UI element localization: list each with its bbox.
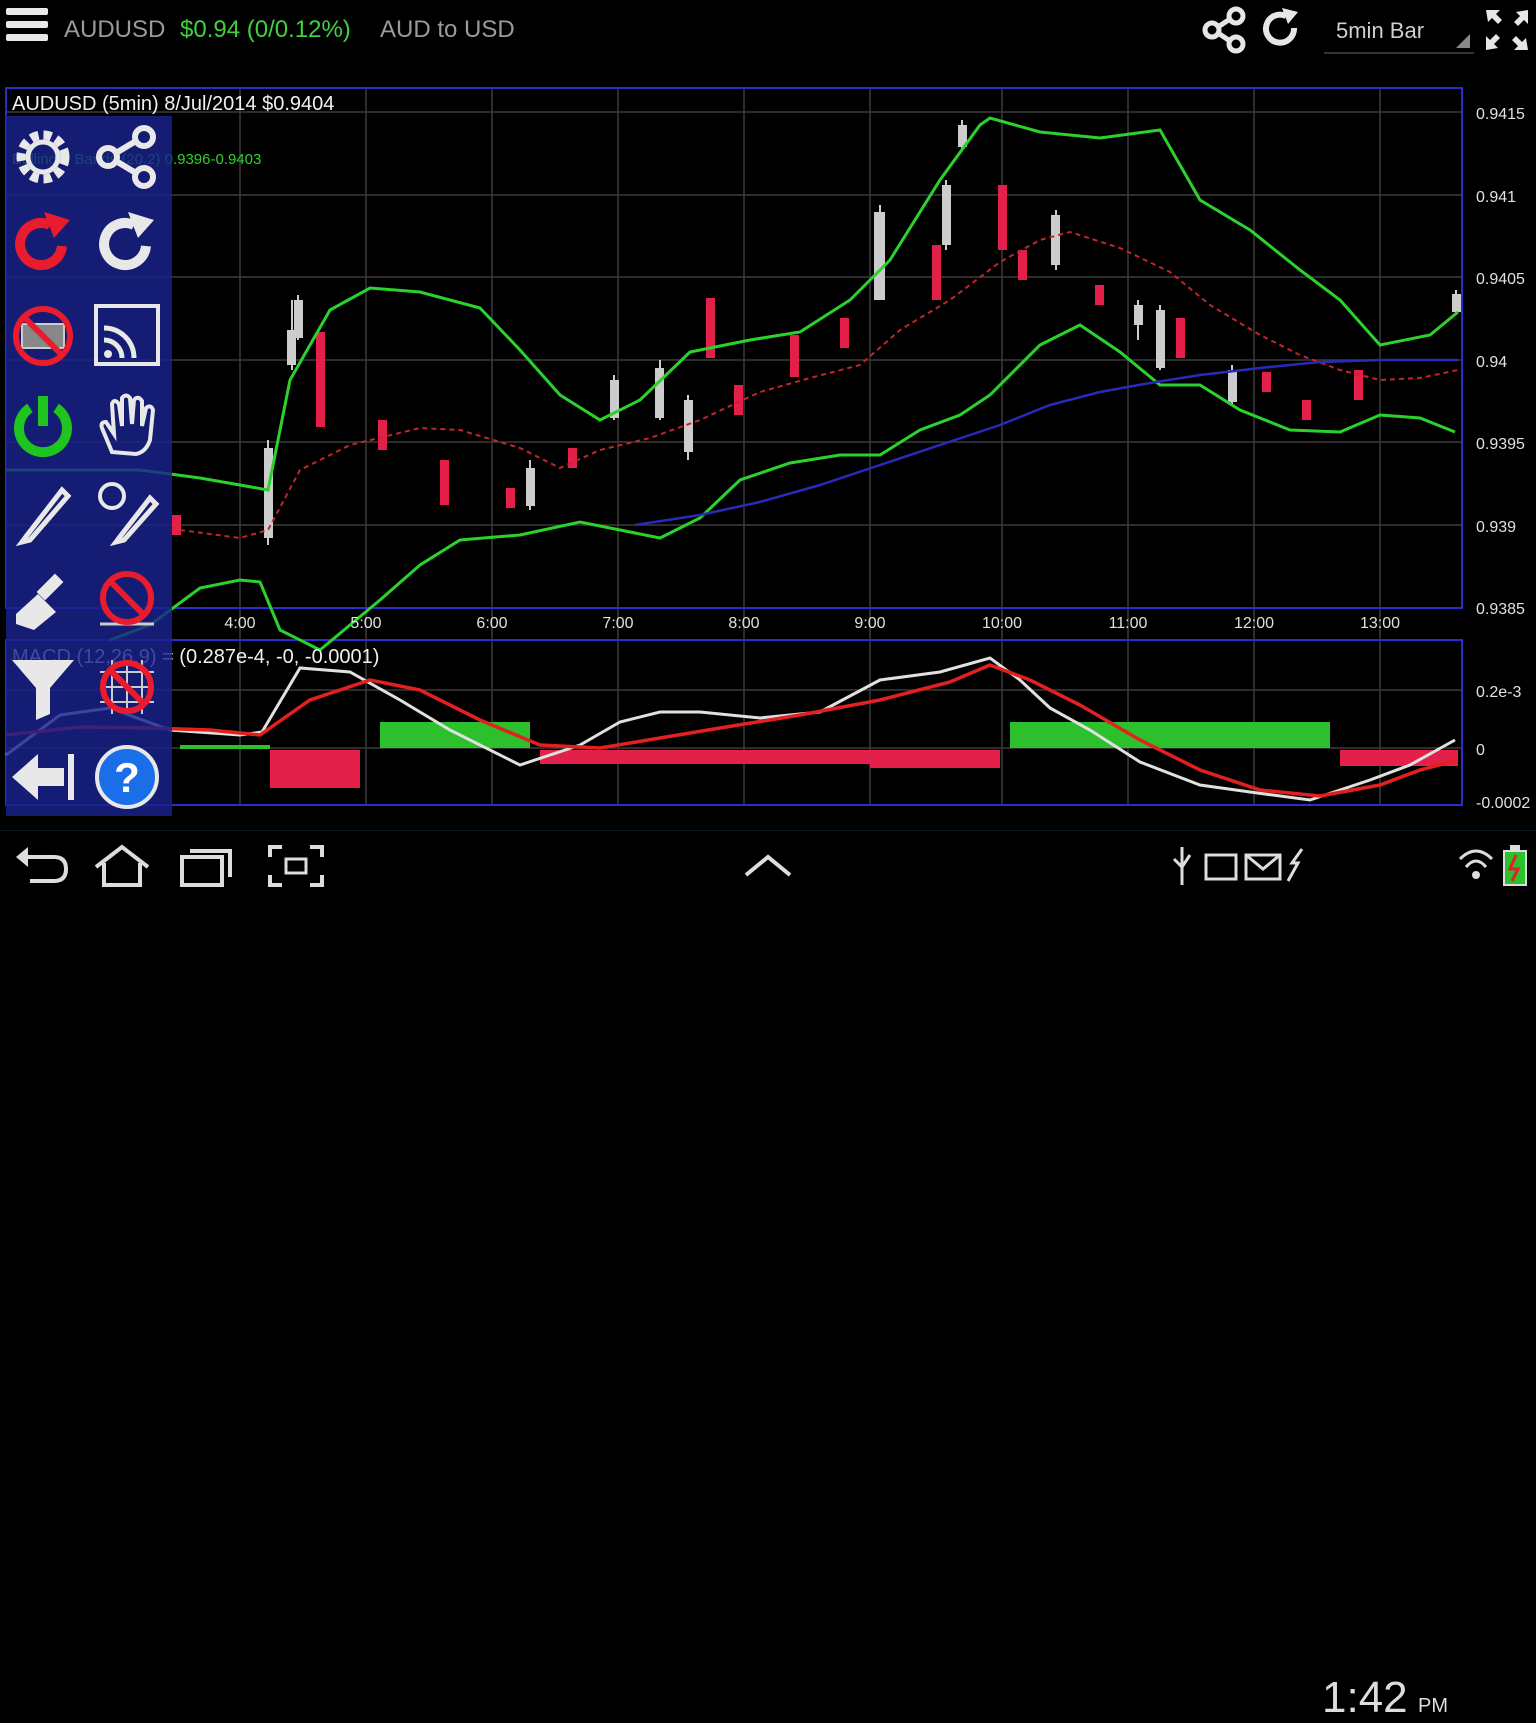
filter-icon[interactable] bbox=[8, 652, 78, 722]
power-icon[interactable] bbox=[8, 390, 78, 460]
share-icon[interactable] bbox=[92, 122, 162, 192]
macd-tick: -0.0002 bbox=[1476, 795, 1530, 812]
bar-period-select[interactable]: 5min Bar bbox=[1324, 8, 1474, 54]
back-arrow-icon[interactable] bbox=[8, 742, 78, 812]
bar-period-value: 5min Bar bbox=[1336, 18, 1425, 43]
time-tick: 11:00 bbox=[1109, 615, 1148, 632]
time-tick: 4:00 bbox=[224, 615, 255, 632]
clear-drawing-icon[interactable] bbox=[8, 564, 78, 634]
symbol-label: AUDUSD bbox=[64, 16, 166, 43]
time-tick: 10:00 bbox=[982, 615, 1022, 632]
price-tick: 0.9415 bbox=[1476, 106, 1525, 123]
battery-icon bbox=[1503, 845, 1527, 886]
price-chart[interactable]: AUDUSD (5min) 8/Jul/2014 $0.9404 Bolling… bbox=[0, 60, 1536, 830]
time-tick: 13:00 bbox=[1360, 615, 1400, 632]
time-tick: 12:00 bbox=[1234, 615, 1274, 632]
macd-tick: 0.2e-3 bbox=[1476, 684, 1521, 701]
chart-title: AUDUSD (5min) 8/Jul/2014 $0.9404 bbox=[12, 93, 334, 115]
home-icon[interactable] bbox=[92, 841, 152, 891]
recent-apps-icon[interactable] bbox=[176, 841, 236, 891]
price-tick: 0.939 bbox=[1476, 519, 1516, 536]
settings-icon[interactable] bbox=[8, 122, 78, 192]
time-tick: 8:00 bbox=[728, 615, 759, 632]
no-grid-icon[interactable] bbox=[92, 652, 162, 722]
share-icon[interactable] bbox=[1200, 6, 1250, 54]
news-feed-icon[interactable] bbox=[92, 300, 162, 370]
price-tick: 0.94 bbox=[1476, 354, 1507, 371]
symbol-description: AUD to USD bbox=[380, 16, 515, 43]
wifi-icon bbox=[1458, 849, 1494, 879]
time-tick: 7:00 bbox=[602, 615, 633, 632]
back-icon[interactable] bbox=[10, 841, 70, 891]
status-ampm: PM bbox=[1418, 1695, 1448, 1717]
price-tick: 0.9395 bbox=[1476, 436, 1525, 453]
time-tick: 6:00 bbox=[476, 615, 507, 632]
draw-circle-icon[interactable] bbox=[92, 476, 162, 546]
status-clock: 1:42 bbox=[1322, 1673, 1408, 1722]
help-icon[interactable]: ? bbox=[92, 742, 162, 812]
tool-panel: ? bbox=[6, 116, 172, 816]
price-label: $0.94 (0/0.12%) bbox=[180, 16, 351, 43]
svg-text:?: ? bbox=[114, 754, 140, 801]
system-navigation-bar: 1:42 PM bbox=[0, 830, 1536, 1722]
macd-tick: 0 bbox=[1476, 742, 1485, 759]
hand-pan-icon[interactable] bbox=[92, 390, 162, 460]
time-tick: 5:00 bbox=[350, 615, 381, 632]
menu-icon[interactable] bbox=[6, 8, 48, 50]
screenshot-icon[interactable] bbox=[266, 841, 326, 891]
chevron-up-icon[interactable] bbox=[738, 841, 798, 891]
fullscreen-icon[interactable] bbox=[1482, 6, 1532, 54]
price-tick: 0.9405 bbox=[1476, 271, 1525, 288]
delete-drawing-icon[interactable] bbox=[92, 564, 162, 634]
price-tick: 0.941 bbox=[1476, 189, 1516, 206]
notification-icons bbox=[1172, 847, 1304, 885]
draw-tool-icon[interactable] bbox=[8, 476, 78, 546]
app-toolbar: AUDUSD $0.94 (0/0.12%) AUD to USD 5min B… bbox=[0, 0, 1536, 60]
no-ads-icon[interactable] bbox=[8, 300, 78, 370]
dropdown-corner-icon bbox=[1456, 34, 1470, 48]
time-tick: 9:00 bbox=[854, 615, 885, 632]
price-tick: 0.9385 bbox=[1476, 601, 1525, 618]
refresh-icon[interactable] bbox=[92, 210, 162, 280]
refresh-icon[interactable] bbox=[1256, 6, 1306, 54]
refresh-red-icon[interactable] bbox=[8, 210, 78, 280]
